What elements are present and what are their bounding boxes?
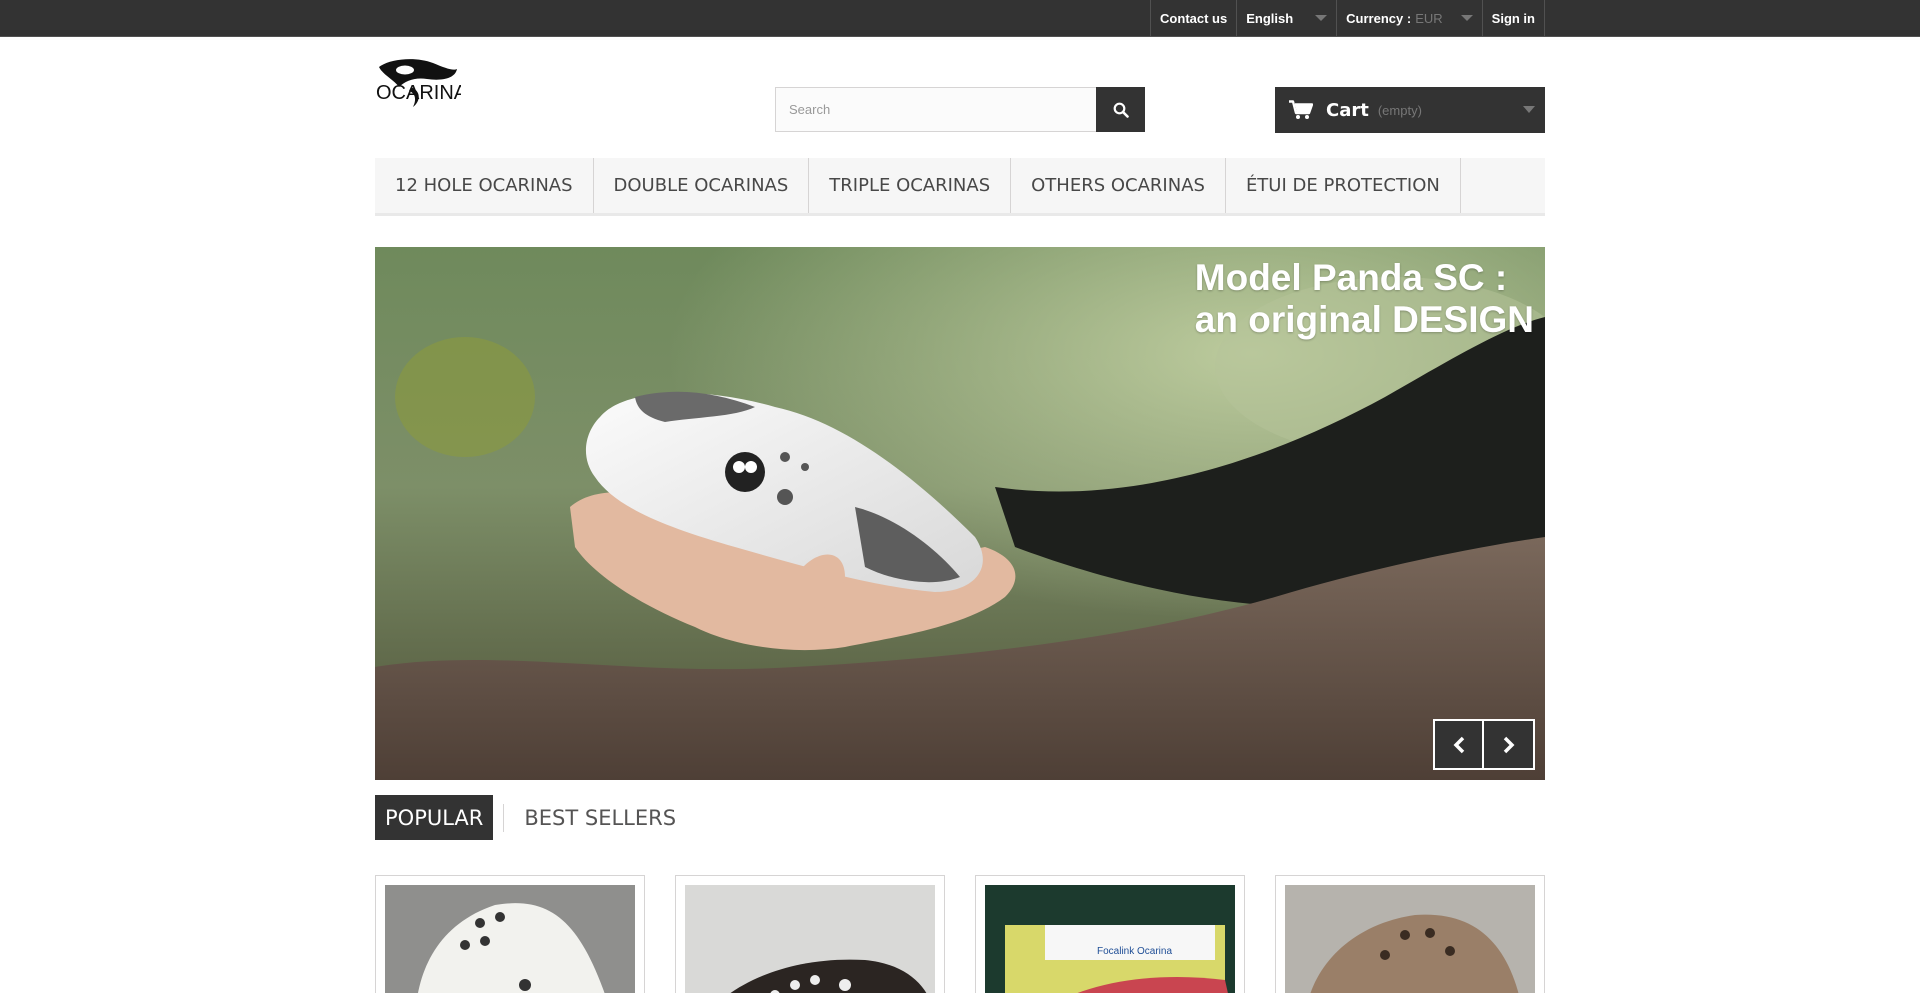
product-photo <box>1285 885 1535 993</box>
currency-value: EUR <box>1415 10 1443 26</box>
product-image[interactable]: Focalink Ocarina <box>985 885 1235 993</box>
search-input[interactable] <box>775 87 1096 132</box>
product-image[interactable] <box>1285 885 1535 993</box>
menu-item-triple[interactable]: TRIPLE OCARINAS <box>809 158 1012 213</box>
menu-item-double[interactable]: DOUBLE OCARINAS <box>594 158 810 213</box>
tab-popular[interactable]: POPULAR <box>375 795 494 840</box>
contact-us-link[interactable]: Contact us <box>1150 0 1236 36</box>
slide-controls <box>1433 719 1535 770</box>
menu-item-others[interactable]: OTHERS OCARINAS <box>1011 158 1226 213</box>
currency-selector[interactable]: Currency : EUR <box>1336 0 1481 36</box>
slide-next-button[interactable] <box>1484 719 1535 770</box>
tab-label: BEST SELLERS <box>524 805 677 830</box>
homepage-slider[interactable]: Model Panda SC : an original DESIGN <box>375 247 1545 780</box>
tab-label: POPULAR <box>385 805 484 830</box>
slide-caption-line2: an original DESIGN <box>1194 299 1534 340</box>
product-image[interactable] <box>685 885 935 993</box>
product-card[interactable] <box>1275 875 1545 993</box>
contact-us-label: Contact us <box>1160 10 1228 26</box>
chevron-right-icon <box>1503 736 1514 753</box>
product-card[interactable] <box>375 875 645 993</box>
cart-status: (empty) <box>1377 102 1422 118</box>
menu-item-label: 12 HOLE OCARINAS <box>395 175 573 196</box>
menu-item-etui[interactable]: ÉTUI DE PROTECTION <box>1226 158 1461 213</box>
menu-item-label: DOUBLE OCARINAS <box>613 175 789 196</box>
sign-in-link[interactable]: Sign in <box>1481 0 1545 36</box>
product-tabs: POPULAR BEST SELLERS <box>375 795 686 840</box>
sign-in-label: Sign in <box>1491 10 1535 26</box>
product-card[interactable] <box>675 875 945 993</box>
product-box-label: Focalink Ocarina <box>1097 946 1172 957</box>
menu-item-12-hole[interactable]: 12 HOLE OCARINAS <box>375 158 594 213</box>
slide-caption-line1: Model Panda SC : <box>1194 257 1508 298</box>
cart-label: Cart <box>1326 99 1369 121</box>
top-bar: Contact us English Currency : EUR Sign i… <box>0 0 1920 37</box>
main-menu: 12 HOLE OCARINAS DOUBLE OCARINAS TRIPLE … <box>375 158 1545 216</box>
language-label: English <box>1246 10 1294 26</box>
search-icon <box>1113 102 1129 118</box>
tab-divider <box>503 803 505 832</box>
menu-item-label: ÉTUI DE PROTECTION <box>1245 175 1440 196</box>
slide-prev-button[interactable] <box>1433 719 1484 770</box>
search-button[interactable] <box>1096 87 1145 132</box>
product-photo <box>385 885 635 993</box>
chevron-down-icon <box>1460 15 1473 21</box>
top-nav: Contact us English Currency : EUR Sign i… <box>1150 0 1545 36</box>
tab-best-sellers[interactable]: BEST SELLERS <box>514 795 686 840</box>
product-photo <box>685 885 935 993</box>
menu-item-label: TRIPLE OCARINAS <box>829 175 991 196</box>
product-photo: Focalink Ocarina <box>985 885 1235 993</box>
chevron-down-icon <box>1523 106 1535 113</box>
language-selector[interactable]: English <box>1236 0 1336 36</box>
chevron-left-icon <box>1453 736 1464 753</box>
site-logo[interactable]: OCARINA <box>375 57 468 111</box>
product-image[interactable] <box>385 885 635 993</box>
search-form <box>775 87 1145 132</box>
cart-button[interactable]: Cart (empty) <box>1275 87 1545 133</box>
currency-label: Currency : <box>1346 10 1412 26</box>
shopping-cart-icon <box>1289 100 1313 119</box>
product-card[interactable]: Focalink Ocarina <box>975 875 1245 993</box>
ocarina-logo-icon: OCARINA <box>376 59 468 107</box>
chevron-down-icon <box>1315 15 1328 21</box>
menu-item-label: OTHERS OCARINAS <box>1031 175 1205 196</box>
logo-text: OCARINA <box>376 82 461 104</box>
slide-caption: Model Panda SC : an original DESIGN <box>1195 257 1534 341</box>
